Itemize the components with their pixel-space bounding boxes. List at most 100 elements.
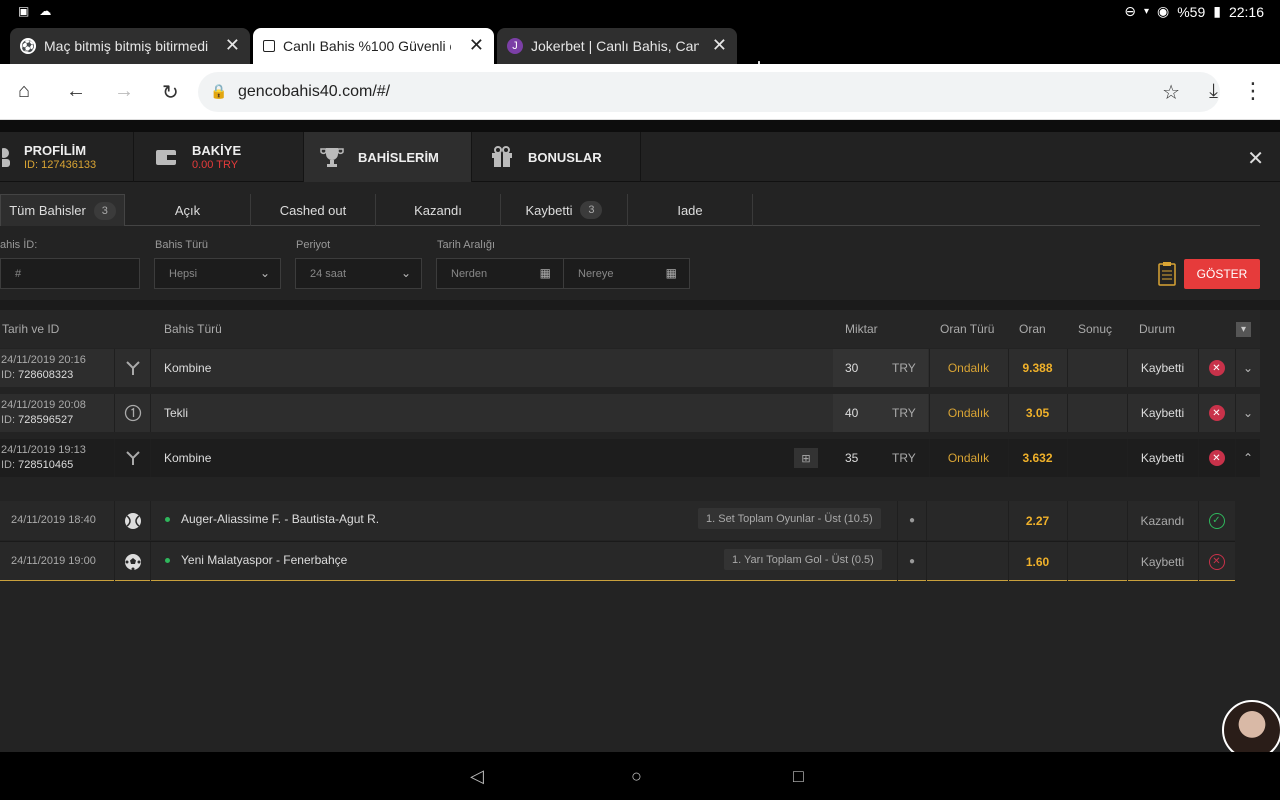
home-icon[interactable]: ⌂ — [18, 80, 30, 103]
bet-amount: 40 TRY — [833, 394, 928, 432]
wallet-icon — [152, 143, 180, 171]
show-button[interactable]: GÖSTER — [1184, 259, 1260, 289]
site-logo-icon — [263, 40, 275, 52]
close-tab-icon[interactable]: ✕ — [712, 35, 727, 56]
amount-value: 35 — [845, 451, 859, 465]
result-cell — [1067, 501, 1126, 540]
trophy-icon — [318, 143, 346, 171]
date-from-input[interactable]: Nerden ▦ — [436, 258, 564, 289]
browser-tab-2[interactable]: Canlı Bahis %100 Güvenli öde ✕ — [253, 28, 494, 64]
bet-id-label: ahis İD: — [0, 239, 38, 251]
browser-menu-icon[interactable]: ⋮ — [1242, 78, 1264, 104]
tab-profile[interactable]: PROFİLİM ID: 127436133 — [0, 132, 134, 182]
filter-tab-open[interactable]: Açık — [125, 194, 251, 226]
collapse-all-icon[interactable]: ▾ — [1236, 322, 1251, 337]
download-icon[interactable]: ⤓ — [1209, 80, 1218, 103]
browser-tab-1[interactable]: ⚽ Maç bitmiş bitmiş bitirmedi o ✕ — [10, 28, 250, 64]
user-icon — [0, 143, 14, 171]
clipboard-icon[interactable] — [1158, 261, 1176, 286]
bet-id-prefix: ID: — [1, 459, 16, 471]
filter-tab-cashed-out[interactable]: Cashed out — [251, 194, 376, 226]
odds-value: 3.05 — [1008, 394, 1066, 432]
bookmark-star-icon[interactable]: ☆ — [1162, 80, 1180, 105]
android-status-bar: ▣ ☁ ⊖ ▾ ◉ %59 ▮ 22:16 — [0, 0, 1280, 24]
amount-currency: TRY — [892, 451, 916, 465]
bet-type: Kombine — [164, 361, 212, 375]
bet-id-placeholder: # — [15, 267, 22, 280]
reload-icon[interactable]: ↻ — [162, 80, 179, 105]
close-tab-icon[interactable]: ✕ — [225, 35, 240, 56]
bet-status: Kaybetti — [1127, 439, 1197, 477]
selection-date: 24/11/2019 18:40 — [11, 514, 96, 526]
result-cell — [1067, 542, 1126, 581]
period-select[interactable]: 24 saat ⌄ — [295, 258, 422, 289]
address-bar: ⌂ ← → ↻ 🔒 gencobahis40.com/#/ ☆ ⤓ ⋮ — [0, 64, 1280, 120]
calendar-icon[interactable]: ▦ — [666, 266, 677, 280]
stats-icon[interactable]: ● — [897, 501, 927, 540]
selection-status: Kazandı — [1127, 501, 1197, 540]
support-chat-avatar[interactable] — [1222, 700, 1280, 760]
col-bet-type: Bahis Türü — [164, 322, 222, 336]
count-badge: 3 — [93, 201, 116, 220]
selection-row: 24/11/2019 19:00 Yeni Malatyaspor - Fene… — [0, 541, 1235, 581]
close-panel-icon[interactable]: ✕ — [1247, 146, 1264, 171]
recents-square-icon[interactable]: □ — [793, 766, 804, 787]
bet-id-prefix: ID: — [1, 414, 16, 426]
soccer-ball-icon — [114, 542, 151, 581]
lost-icon: ✕ — [1198, 542, 1234, 581]
filter-tab-won[interactable]: Kazandı — [376, 194, 501, 226]
close-tab-icon[interactable]: ✕ — [469, 35, 484, 56]
col-odds: Oran — [1019, 322, 1046, 336]
col-amount: Miktar — [845, 322, 878, 336]
section-divider — [0, 300, 1280, 310]
bet-id-input[interactable]: # — [0, 258, 140, 289]
back-arrow-icon[interactable]: ← — [66, 80, 86, 103]
amount-currency: TRY — [892, 406, 916, 420]
collapse-chevron-icon[interactable]: ⌃ — [1235, 439, 1260, 477]
selection-status: Kaybetti — [1127, 542, 1197, 581]
selection-odds: 1.60 — [1008, 542, 1066, 581]
bet-amount: 35 TRY — [833, 439, 928, 477]
live-dot — [165, 517, 170, 522]
browser-tab-3[interactable]: J Jokerbet | Canlı Bahis, Canlı C ✕ — [497, 28, 737, 64]
bet-type-select[interactable]: Hepsi ⌄ — [154, 258, 281, 289]
selection-row: 24/11/2019 18:40 Auger-Aliassime F. - Ba… — [0, 501, 1235, 540]
col-date-id: Tarih ve ID — [2, 322, 60, 336]
selection-match: Auger-Aliassime F. - Bautista-Agut R. — [181, 512, 380, 526]
home-circle-icon[interactable]: ○ — [631, 766, 642, 787]
filter-tab-refund[interactable]: Iade — [628, 194, 753, 226]
table-row[interactable]: 24/11/2019 20:16 ID: 728608323 Kombine 3… — [0, 349, 1260, 387]
bet-datetime: 24/11/2019 19:13 ID: 728510465 — [1, 443, 86, 473]
col-status: Durum — [1139, 322, 1176, 336]
account-tabs: PROFİLİM ID: 127436133 BAKİYE 0.00 TRY B… — [0, 132, 1280, 182]
odds-value: 3.632 — [1008, 439, 1066, 477]
expand-chevron-icon[interactable]: ⌄ — [1235, 394, 1260, 432]
period-value: 24 saat — [310, 267, 347, 280]
tab-bonuses[interactable]: BONUSLAR — [472, 132, 641, 182]
col-odds-type: Oran Türü — [940, 322, 995, 336]
url-field[interactable]: 🔒 gencobahis40.com/#/ ☆ ⤓ — [198, 72, 1220, 112]
selection-match: Yeni Malatyaspor - Fenerbahçe — [181, 553, 348, 567]
bonuses-label: BONUSLAR — [528, 149, 602, 165]
tab-balance[interactable]: BAKİYE 0.00 TRY — [134, 132, 304, 182]
table-row[interactable]: 24/11/2019 19:13 ID: 728510465 Kombine ⊞… — [0, 439, 1260, 477]
table-row[interactable]: 24/11/2019 20:08 ID: 728596527 Tekli 40 … — [0, 394, 1260, 432]
stats-icon[interactable]: ● — [897, 542, 927, 581]
expand-chevron-icon[interactable]: ⌄ — [1235, 349, 1260, 387]
gift-icon — [488, 143, 516, 171]
bet-date: 24/11/2019 20:08 — [1, 399, 86, 411]
tab-title: Maç bitmiş bitmiş bitirmedi o — [44, 38, 212, 54]
amount-currency: TRY — [892, 361, 916, 375]
filter-tab-label: Kazandı — [414, 202, 462, 218]
forward-arrow-icon[interactable]: → — [114, 80, 134, 103]
tab-my-bets[interactable]: BAHİSLERİM — [304, 132, 472, 182]
filter-tab-all[interactable]: Tüm Bahisler 3 — [0, 194, 125, 226]
date-to-input[interactable]: Nereye ▦ — [563, 258, 690, 289]
tab-title: Canlı Bahis %100 Güvenli öde — [283, 38, 451, 54]
android-nav-bar: ◁ ○ □ — [0, 752, 1280, 800]
back-triangle-icon[interactable]: ◁ — [470, 766, 484, 787]
odds-type: Ondalık — [929, 439, 1007, 477]
filter-tab-lost[interactable]: Kaybetti 3 — [501, 194, 628, 226]
calendar-icon[interactable]: ▦ — [540, 266, 551, 280]
odds-value: 9.388 — [1008, 349, 1066, 387]
